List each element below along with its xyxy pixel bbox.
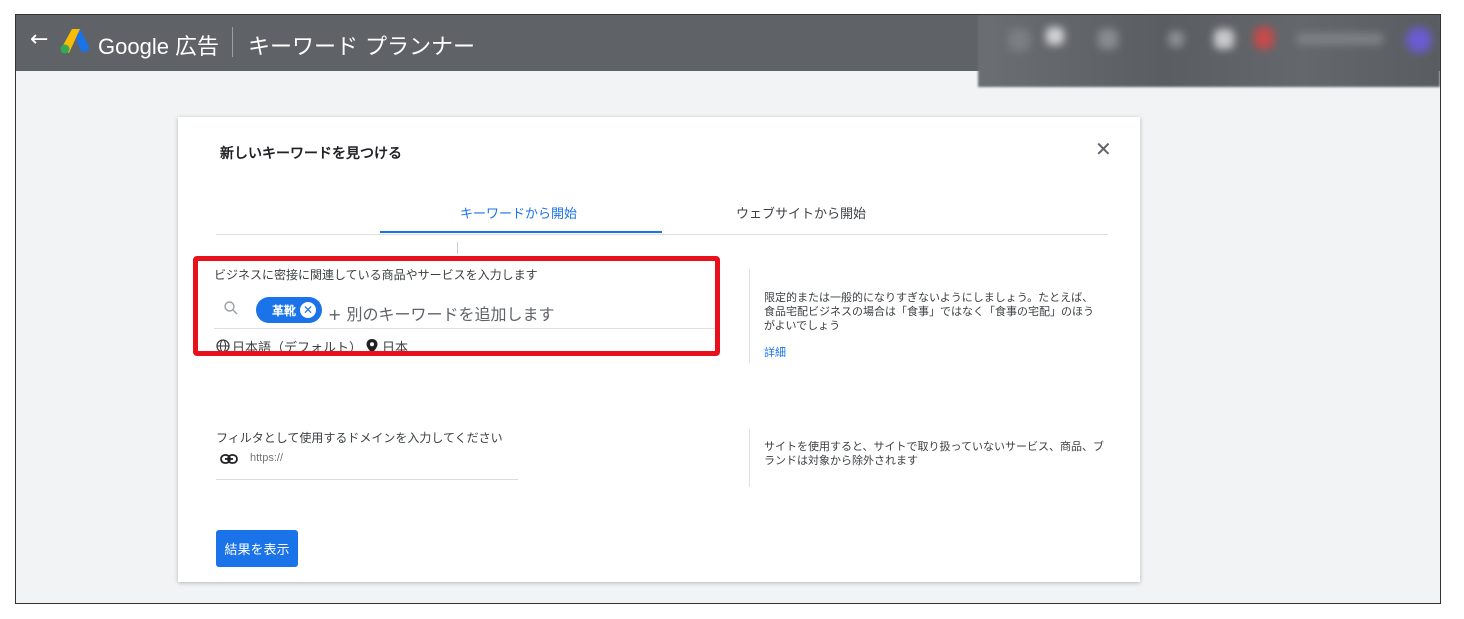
domain-url-input[interactable] (250, 447, 516, 469)
tab-start-with-website[interactable]: ウェブサイトから開始 (736, 203, 866, 222)
url-input-underline (216, 479, 518, 480)
close-icon[interactable]: ✕ (1095, 137, 1112, 161)
domain-label: フィルタとして使用するドメインを入力してください (216, 431, 503, 445)
tick-mark (457, 242, 458, 254)
page-title: キーワード プランナー (248, 35, 475, 60)
brand-name: Google 広告 (98, 34, 220, 59)
highlight-box (193, 256, 720, 356)
arrow-left-icon[interactable]: ← (30, 29, 48, 51)
show-results-button[interactable]: 結果を表示 (216, 530, 298, 567)
top-bar: ← Google 広告 キーワード プランナー (16, 15, 1440, 87)
app-window: ← Google 広告 キーワード プランナー 新しいキーワードを見つける ✕ … (15, 14, 1441, 604)
keyword-help-text: 限定的または一般的になりすぎないようにしましょう。たとえば、食品宅配ビジネスの場… (764, 291, 1094, 332)
find-keywords-dialog: 新しいキーワードを見つける ✕ キーワードから開始 ウェブサイトから開始 ビジネ… (178, 117, 1140, 582)
active-tab-indicator (380, 231, 662, 233)
tab-start-with-keywords[interactable]: キーワードから開始 (460, 203, 577, 222)
domain-help-text: サイトを使用すると、サイトで取り扱っていないサービス、商品、ブランドは対象から除… (764, 440, 1105, 467)
dialog-title: 新しいキーワードを見つける (220, 146, 402, 162)
blurred-account-area (978, 15, 1440, 87)
help-divider-2 (749, 429, 750, 487)
details-link[interactable]: 詳細 (764, 344, 786, 360)
google-ads-logo-icon (60, 29, 90, 54)
header-divider (232, 27, 233, 57)
help-divider (749, 269, 750, 363)
tab-divider (216, 234, 1108, 235)
link-icon (220, 454, 238, 464)
